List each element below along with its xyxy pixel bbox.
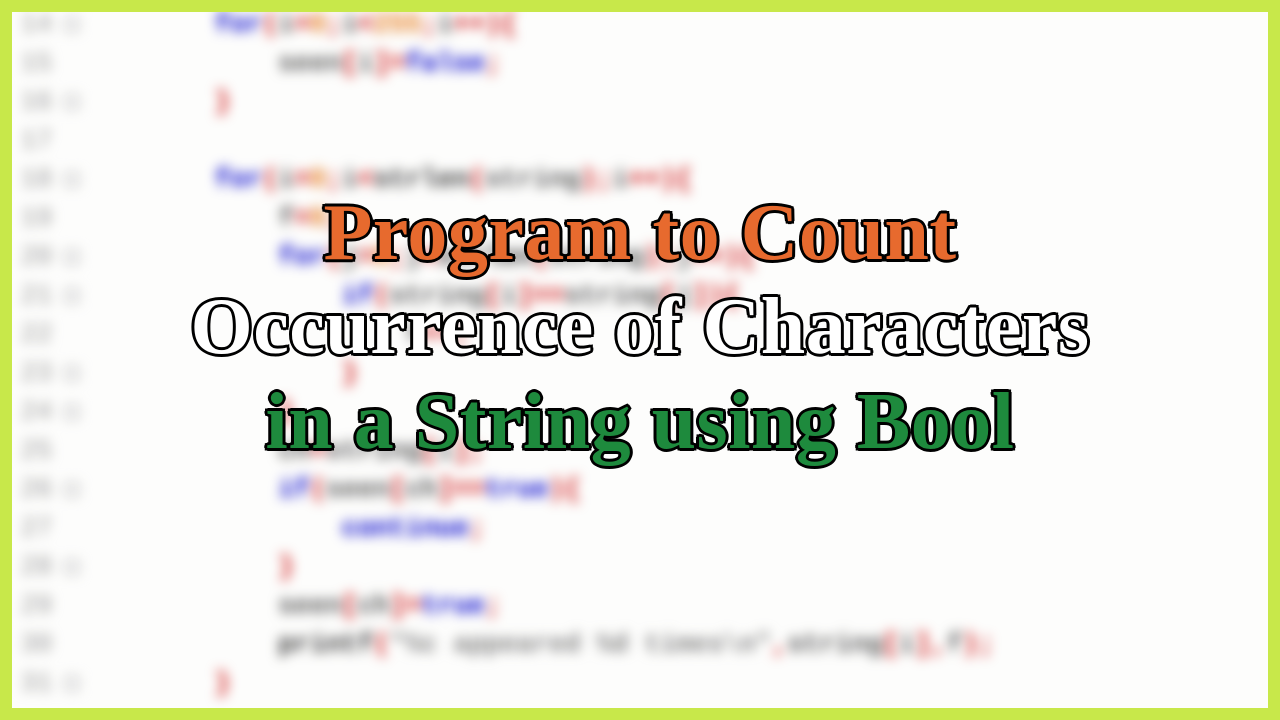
line-number: 19 [12,203,61,234]
code-text: printf("%c appeared %d times\n",string[i… [87,629,994,660]
fold-gutter [61,548,88,587]
code-line: 23 } [12,354,1268,393]
fold-marker-icon [65,172,79,186]
code-line: 24 } [12,393,1268,432]
line-number: 15 [12,48,61,79]
fold-marker-icon [65,676,79,690]
fold-gutter [61,12,88,44]
code-line: 14 for(i=0;i<255;i++){ [12,12,1268,44]
code-text: ch=string[i]; [87,435,485,466]
code-text: f=0; [87,203,342,234]
fold-gutter [61,664,88,703]
fold-gutter [61,199,88,238]
fold-gutter [61,83,88,122]
code-text: } [87,552,294,583]
fold-gutter [61,393,88,432]
code-line: 30 printf("%c appeared %d times\n",strin… [12,625,1268,664]
code-line: 15 seen[i]=false; [12,44,1268,83]
code-line: 28 } [12,548,1268,587]
code-text: for(i=0;i<255;i++){ [87,12,517,40]
fold-gutter [61,354,88,393]
line-number: 22 [12,319,61,350]
code-line: 17 [12,121,1268,160]
code-line: 21 if(string[i]==string[j]){ [12,276,1268,315]
fold-gutter [61,431,88,470]
code-text: for(j=0;j<strlen(string);j++){ [87,242,756,273]
line-number: 25 [12,435,61,466]
line-number: 30 [12,629,61,660]
code-line: 25 ch=string[i]; [12,431,1268,470]
line-number: 24 [12,397,61,428]
line-number: 17 [12,125,61,156]
thumbnail-canvas: 14 for(i=0;i<255;i++){15 seen[i]=false;1… [12,12,1268,708]
code-text: for(i=0;i<strlen(string);i++){ [87,164,692,195]
fold-gutter [61,509,88,548]
code-text: } [87,397,294,428]
code-text: seen[ch]=true; [87,591,501,622]
fold-marker-icon [65,366,79,380]
code-line: 22 f++; [12,315,1268,354]
line-number: 20 [12,242,61,273]
fold-marker-icon [65,95,79,109]
line-number: 23 [12,358,61,389]
code-line: 18 for(i=0;i<strlen(string);i++){ [12,160,1268,199]
fold-gutter [61,586,88,625]
fold-gutter [61,160,88,199]
line-number: 18 [12,164,61,195]
fold-gutter [61,315,88,354]
code-text: } [87,87,230,118]
code-text: } [87,358,358,389]
fold-gutter [61,238,88,277]
fold-gutter [61,44,88,83]
line-number: 31 [12,668,61,699]
code-text: continue; [87,513,485,544]
fold-marker-icon [65,482,79,496]
code-line: 16 } [12,83,1268,122]
code-line: 20 for(j=0;j<strlen(string);j++){ [12,238,1268,277]
line-number: 28 [12,552,61,583]
fold-marker-icon [65,250,79,264]
fold-marker-icon [65,405,79,419]
code-text: seen[i]=false; [87,48,501,79]
blurred-code-background: 14 for(i=0;i<255;i++){15 seen[i]=false;1… [12,12,1268,708]
code-line: 31 } [12,664,1268,703]
line-number: 29 [12,591,61,622]
line-number: 27 [12,513,61,544]
code-text: } [87,668,230,699]
code-line: 29 seen[ch]=true; [12,586,1268,625]
fold-marker-icon [65,289,79,303]
fold-marker-icon [65,560,79,574]
fold-gutter [61,276,88,315]
line-number: 14 [12,12,61,40]
code-line: 27 continue; [12,509,1268,548]
fold-gutter [61,121,88,160]
fold-gutter [61,470,88,509]
fold-gutter [61,625,88,664]
code-text: if(string[i]==string[j]){ [87,280,740,311]
line-number: 26 [12,474,61,505]
fold-marker-icon [65,17,79,31]
code-line: 19 f=0; [12,199,1268,238]
code-line: 26 if(seen[ch]==true){ [12,470,1268,509]
line-number: 16 [12,87,61,118]
code-text: if(seen[ch]==true){ [87,474,580,505]
code-text: f++; [87,319,469,350]
line-number: 21 [12,280,61,311]
